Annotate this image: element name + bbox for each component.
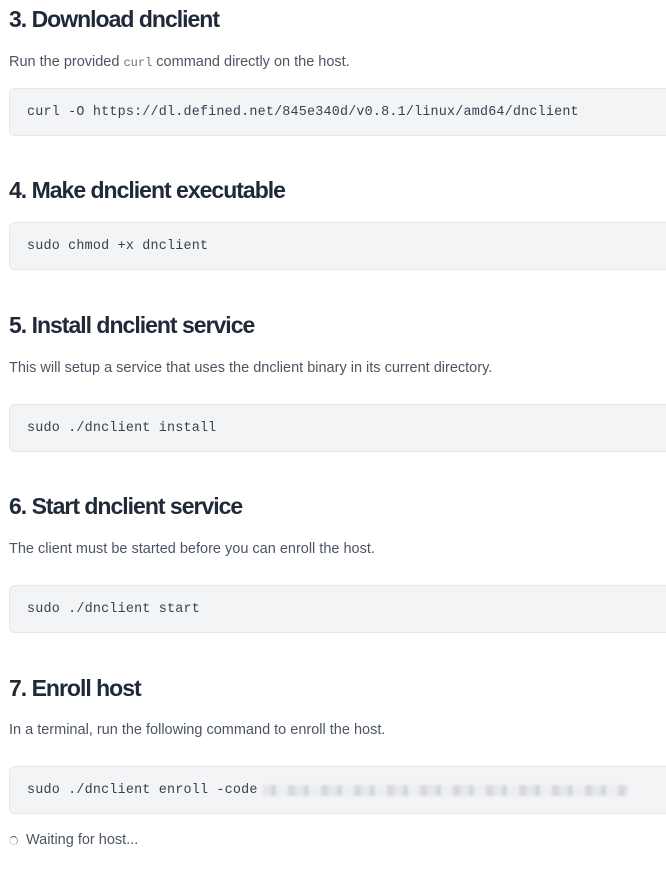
step-7-heading-wrap: 7. Enroll host (9, 677, 666, 700)
step-6-title: 6. Start dnclient service (9, 493, 243, 519)
step-3-inline-code: curl (123, 56, 153, 70)
step-7-command-block[interactable]: sudo ./dnclient enroll -code (9, 766, 666, 814)
step-3-description-text-after: command directly on the host. (152, 54, 350, 70)
step-7-command[interactable]: sudo ./dnclient enroll -code (27, 783, 258, 798)
enrollment-instructions-page: 3. Download dnclient Run the provided cu… (0, 0, 666, 876)
step-5-command[interactable]: sudo ./dnclient install (27, 421, 216, 436)
step-6-description: The client must be started before you ca… (9, 541, 375, 557)
step-5-title: 5. Install dnclient service (9, 312, 255, 338)
step-4-command-block[interactable]: sudo chmod +x dnclient (9, 222, 666, 270)
step-3-heading-wrap: 3. Download dnclient (9, 8, 666, 31)
redacted-enrollment-code (261, 784, 628, 796)
step-5-description-wrap: This will setup a service that uses the … (9, 361, 666, 376)
waiting-status-text: Waiting for host... (26, 832, 139, 848)
spinner-icon (9, 835, 18, 845)
step-7-title: 7. Enroll host (9, 675, 142, 701)
step-3-command-block[interactable]: curl -O https://dl.defined.net/845e340d/… (9, 88, 666, 136)
step-5-description: This will setup a service that uses the … (9, 360, 493, 376)
step-6-description-wrap: The client must be started before you ca… (9, 542, 666, 557)
step-6-command-block[interactable]: sudo ./dnclient start (9, 585, 666, 633)
step-3-description: Run the provided curl command directly o… (9, 55, 666, 70)
step-3-command[interactable]: curl -O https://dl.defined.net/845e340d/… (27, 105, 579, 120)
step-3-title: 3. Download dnclient (9, 6, 220, 32)
step-4-title: 4. Make dnclient executable (9, 177, 286, 203)
step-7-description-wrap: In a terminal, run the following command… (9, 723, 666, 738)
step-4-heading-wrap: 4. Make dnclient executable (9, 179, 666, 202)
step-6-command[interactable]: sudo ./dnclient start (27, 602, 200, 617)
step-5-command-block[interactable]: sudo ./dnclient install (9, 404, 666, 452)
step-4-command[interactable]: sudo chmod +x dnclient (27, 239, 208, 254)
step-7-description: In a terminal, run the following command… (9, 722, 386, 738)
step-3-description-text-before: Run the provided (9, 54, 124, 70)
step-6-heading-wrap: 6. Start dnclient service (9, 495, 666, 518)
waiting-status: Waiting for host... (9, 832, 138, 848)
step-5-heading-wrap: 5. Install dnclient service (9, 314, 666, 337)
